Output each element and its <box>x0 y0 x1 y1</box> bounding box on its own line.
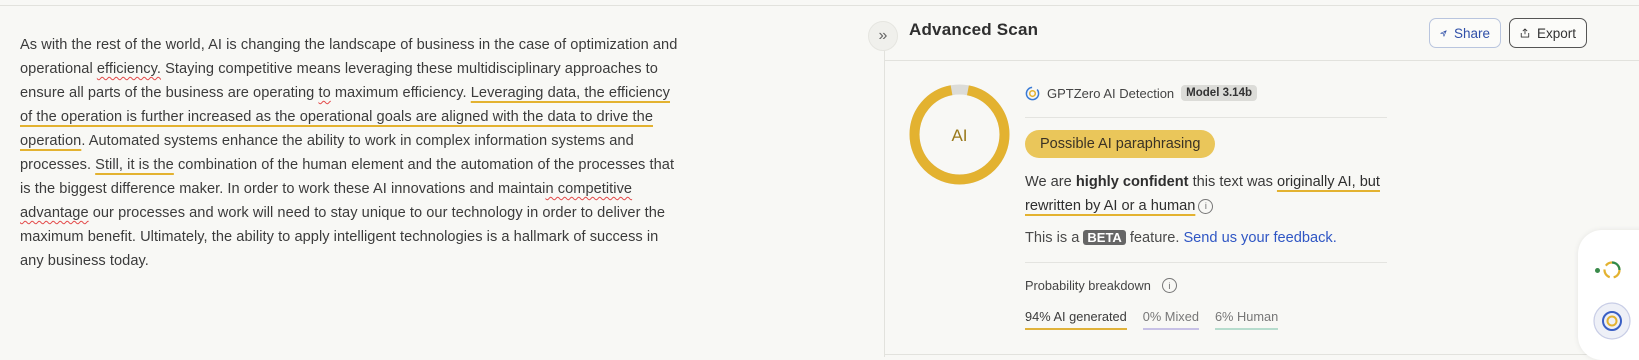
human-tab[interactable]: 6% Human <box>1214 309 1279 330</box>
gptzero-widget-icon[interactable] <box>1592 301 1632 341</box>
model-badge: Model 3.14b <box>1181 85 1257 101</box>
export-icon <box>1520 28 1530 38</box>
panel-divider <box>884 26 885 357</box>
beta-text: This is a <box>1025 230 1084 246</box>
divider <box>1025 117 1387 118</box>
confidence-statement: We are highly confident this text was or… <box>1025 170 1395 218</box>
verdict-badge: Possible AI paraphrasing <box>1025 130 1216 158</box>
collapse-panel-button[interactable]: » <box>868 21 898 51</box>
export-label: Export <box>1536 25 1576 41</box>
spelling-flag[interactable]: efficiency. <box>97 61 161 77</box>
floating-widget[interactable] <box>1578 230 1639 360</box>
confidence-level: highly confident <box>1075 174 1189 190</box>
confidence-text: We are <box>1025 174 1076 190</box>
info-icon[interactable]: i <box>1161 278 1177 293</box>
beta-text: feature. <box>1125 230 1184 246</box>
probability-breakdown-title: Probability breakdown i <box>1025 278 1177 293</box>
header-divider <box>885 60 1639 61</box>
beta-tag: BETA <box>1083 230 1126 245</box>
mixed-tab[interactable]: 0% Mixed <box>1142 309 1199 330</box>
divider <box>1025 262 1387 263</box>
ai-probability-donut: AI <box>909 84 1010 185</box>
ai-highlighted-phrase[interactable]: Still, it is the <box>95 157 174 173</box>
detector-brand-row: GPTZero AI Detection Model 3.14b <box>1025 85 1257 101</box>
send-icon <box>1440 29 1447 37</box>
status-dot <box>1595 268 1600 273</box>
probability-breakdown: 94% AI generated 0% Mixed 6% Human <box>1025 309 1279 330</box>
confidence-text: this text was <box>1188 174 1277 190</box>
text-segment: maximum efficiency. <box>330 85 471 101</box>
top-divider <box>0 5 1639 6</box>
info-icon[interactable]: i <box>1198 198 1214 214</box>
beta-notice: This is a BETA feature. Send us your fee… <box>1025 230 1337 246</box>
share-label: Share <box>1453 25 1490 41</box>
feedback-link[interactable]: Send us your feedback. <box>1183 230 1336 246</box>
double-chevron-right-icon: » <box>878 27 888 44</box>
donut-label: AI <box>951 126 967 145</box>
panel-bottom-divider <box>885 354 1639 355</box>
ai-generated-tab[interactable]: 94% AI generated <box>1025 309 1127 330</box>
detector-name: GPTZero AI Detection <box>1047 85 1175 101</box>
document-text-editor[interactable]: As with the rest of the world, AI is cha… <box>20 33 680 273</box>
panel-title: Advanced Scan <box>909 20 1039 39</box>
share-button[interactable]: Share <box>1429 18 1501 48</box>
probability-breakdown-label: Probability breakdown <box>1025 278 1151 293</box>
loading-ring-icon[interactable] <box>1602 260 1622 280</box>
spelling-flag[interactable]: n competitive <box>545 181 632 197</box>
export-button[interactable]: Export <box>1509 18 1587 48</box>
text-segment: our processes and work will need to stay… <box>20 205 666 269</box>
gptzero-logo-icon <box>1025 86 1040 100</box>
spelling-flag[interactable]: to <box>318 85 330 101</box>
spelling-flag[interactable]: advantage <box>20 205 89 221</box>
